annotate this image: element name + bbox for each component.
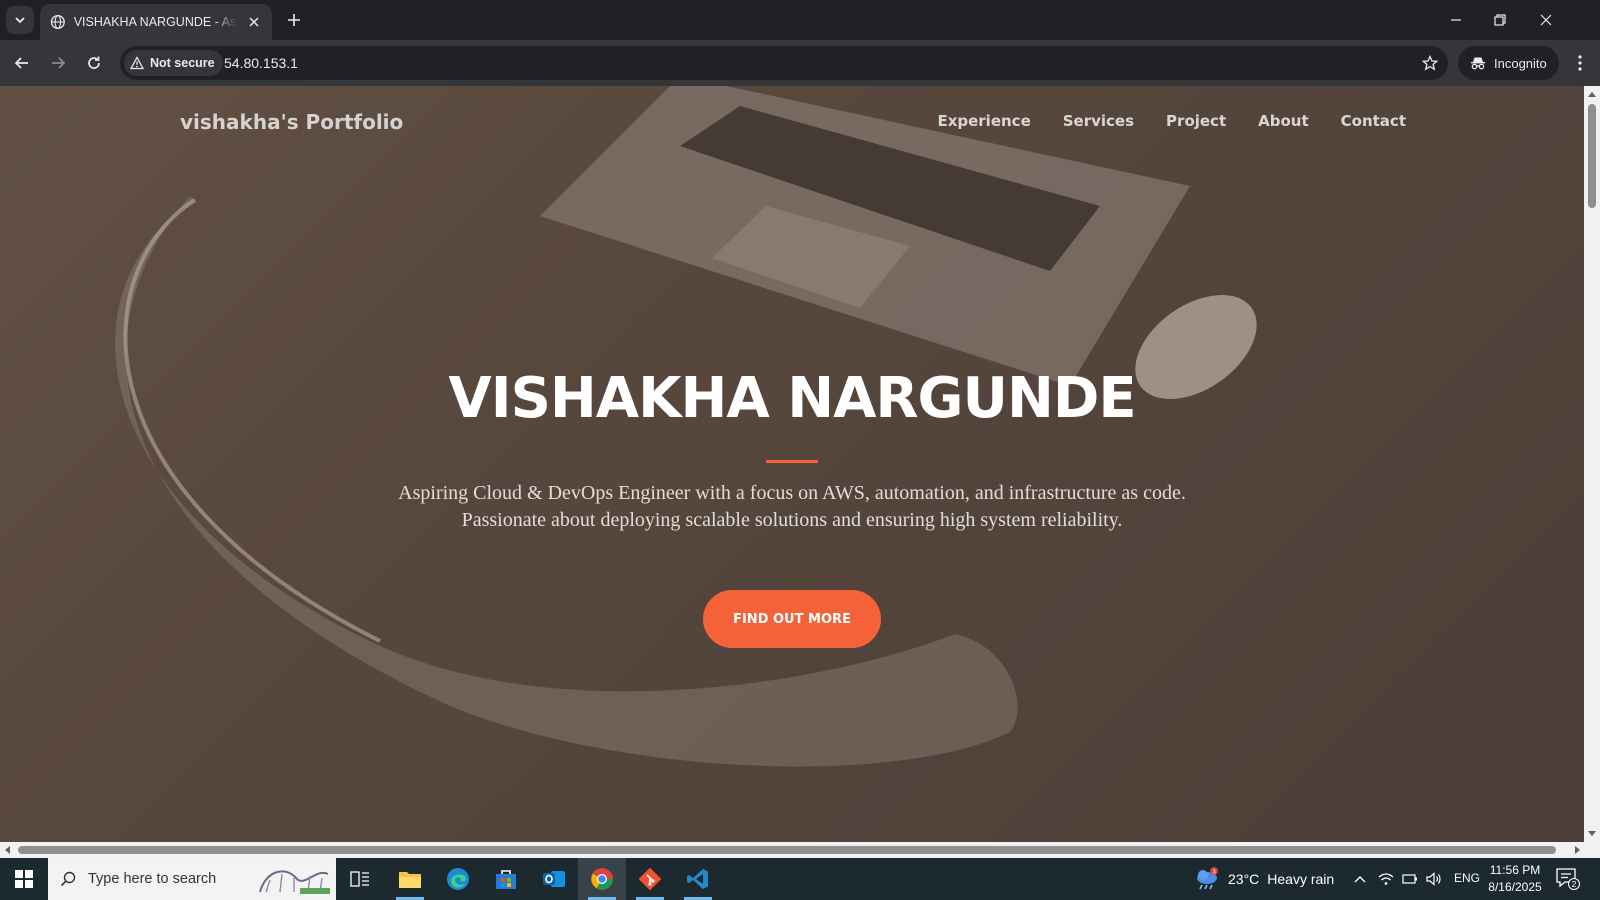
language-indicator[interactable]: ENG	[1454, 871, 1480, 885]
taskbar-search-box[interactable]: Type here to search	[48, 858, 336, 900]
find-out-more-button[interactable]: FIND OUT MORE	[703, 590, 881, 648]
bookmark-button[interactable]	[1420, 53, 1440, 73]
vertical-scrollbar[interactable]	[1584, 86, 1600, 842]
scroll-right-arrow-icon[interactable]	[1572, 845, 1582, 855]
start-button[interactable]	[0, 858, 48, 900]
tab-strip: VISHAKHA NARGUNDE - Aspiring Cloud & Dev…	[0, 0, 1600, 40]
plus-icon	[288, 14, 300, 26]
weather-rain-icon: 3	[1197, 867, 1218, 890]
tab-search-button[interactable]	[6, 6, 34, 34]
arrow-left-icon	[14, 57, 28, 69]
browser-menu-button[interactable]	[1566, 49, 1594, 77]
star-icon	[1422, 55, 1438, 71]
notification-icon[interactable]: 2	[1556, 868, 1580, 890]
warning-triangle-icon	[130, 56, 144, 70]
browser-toolbar: Not secure 54.80.153.1 Incognito	[0, 40, 1600, 86]
close-icon	[1540, 14, 1552, 26]
taskbar-edge[interactable]	[434, 858, 482, 900]
tab-title: VISHAKHA NARGUNDE - Aspiring Cloud & Dev…	[73, 15, 239, 29]
horizontal-scroll-thumb[interactable]	[18, 846, 1556, 854]
tab-close-button[interactable]	[246, 14, 262, 30]
security-label: Not secure	[150, 56, 215, 70]
arrow-right-icon	[52, 57, 66, 69]
reload-button[interactable]	[80, 49, 108, 77]
scroll-left-arrow-icon[interactable]	[3, 845, 13, 855]
clock-date: 8/16/2025	[1488, 880, 1542, 894]
chevron-up-icon	[1354, 876, 1366, 883]
vertical-scroll-thumb[interactable]	[1588, 104, 1596, 208]
minimize-icon	[1451, 19, 1461, 21]
scroll-up-arrow-icon[interactable]	[1587, 90, 1597, 100]
hero-title: VISHAKHA NARGUNDE	[448, 366, 1136, 431]
nav-link-project[interactable]: Project	[1166, 112, 1226, 130]
edge-icon	[447, 868, 469, 890]
store-icon	[496, 870, 516, 889]
volume-icon	[1426, 872, 1441, 886]
weather-condition: Heavy rain	[1267, 871, 1335, 887]
outlook-icon	[543, 871, 565, 887]
globe-icon	[50, 14, 65, 30]
weather-badge: 3	[1212, 869, 1216, 876]
restore-button[interactable]	[1486, 6, 1514, 34]
horizontal-scrollbar[interactable]	[0, 842, 1600, 858]
incognito-icon	[1471, 57, 1485, 70]
vscode-icon	[687, 869, 708, 889]
url-text[interactable]: 54.80.153.1	[224, 55, 298, 71]
title-divider	[766, 460, 818, 463]
taskbar-clock[interactable]: 11:56 PM 8/16/2025	[1482, 862, 1548, 896]
site-nav: Experience Services Project About Contac…	[937, 112, 1406, 130]
restore-icon	[1494, 14, 1506, 26]
close-icon	[249, 17, 259, 27]
new-tab-button[interactable]	[282, 8, 306, 32]
search-icon	[60, 871, 76, 887]
security-chip[interactable]: Not secure	[124, 50, 223, 76]
taskbar-file-explorer[interactable]	[386, 858, 434, 900]
hero-background-image	[115, 86, 1257, 767]
taskbar-chrome[interactable]	[578, 858, 626, 900]
taskbar-task-view[interactable]	[336, 858, 384, 900]
taskbar-vscode[interactable]	[674, 858, 722, 900]
scroll-down-arrow-icon[interactable]	[1587, 828, 1597, 838]
nav-link-experience[interactable]: Experience	[937, 112, 1030, 130]
incognito-chip[interactable]: Incognito	[1458, 46, 1559, 80]
windows-taskbar: Type here to search 3 23°C Heavy rain EN…	[0, 858, 1600, 900]
chevron-down-icon	[15, 17, 25, 24]
reload-icon	[88, 56, 100, 69]
clock-time: 11:56 PM	[1489, 863, 1541, 877]
battery-icon	[1402, 874, 1417, 884]
forward-button[interactable]	[44, 49, 72, 77]
more-vert-icon	[1578, 55, 1582, 71]
task-view-icon	[350, 871, 369, 887]
git-icon	[638, 867, 662, 891]
minimize-button[interactable]	[1442, 6, 1470, 34]
nav-link-about[interactable]: About	[1258, 112, 1309, 130]
hero-subtitle: Aspiring Cloud & DevOps Engineer with a …	[398, 482, 1186, 531]
page-viewport: vishakha's Portfolio Experience Services…	[0, 86, 1584, 842]
taskbar-search-placeholder: Type here to search	[88, 871, 217, 887]
wifi-icon	[1378, 873, 1394, 885]
show-hidden-icons-button[interactable]	[1350, 869, 1370, 889]
close-window-button[interactable]	[1532, 6, 1560, 34]
windows-logo-icon	[15, 870, 33, 888]
address-bar[interactable]: Not secure 54.80.153.1	[120, 46, 1448, 80]
site-brand[interactable]: vishakha's Portfolio	[180, 110, 403, 134]
network-tray-button[interactable]	[1376, 869, 1396, 889]
nav-link-services[interactable]: Services	[1063, 112, 1134, 130]
nav-link-contact[interactable]: Contact	[1341, 112, 1406, 130]
incognito-label: Incognito	[1494, 55, 1547, 71]
search-highlight-icon	[259, 870, 330, 894]
taskbar-git[interactable]	[626, 858, 674, 900]
taskbar-outlook[interactable]	[530, 858, 578, 900]
file-explorer-icon	[399, 872, 421, 888]
volume-tray-button[interactable]	[1424, 869, 1444, 889]
browser-tab[interactable]: VISHAKHA NARGUNDE - Aspiring Cloud & Dev…	[40, 4, 272, 40]
battery-tray-button[interactable]	[1400, 869, 1420, 889]
chrome-icon	[591, 868, 613, 890]
back-button[interactable]	[8, 49, 36, 77]
weather-temperature: 23°C	[1228, 871, 1260, 887]
notification-count: 2	[1572, 879, 1577, 889]
taskbar-store[interactable]	[482, 858, 530, 900]
weather-widget[interactable]: 3 23°C Heavy rain	[1194, 858, 1334, 900]
